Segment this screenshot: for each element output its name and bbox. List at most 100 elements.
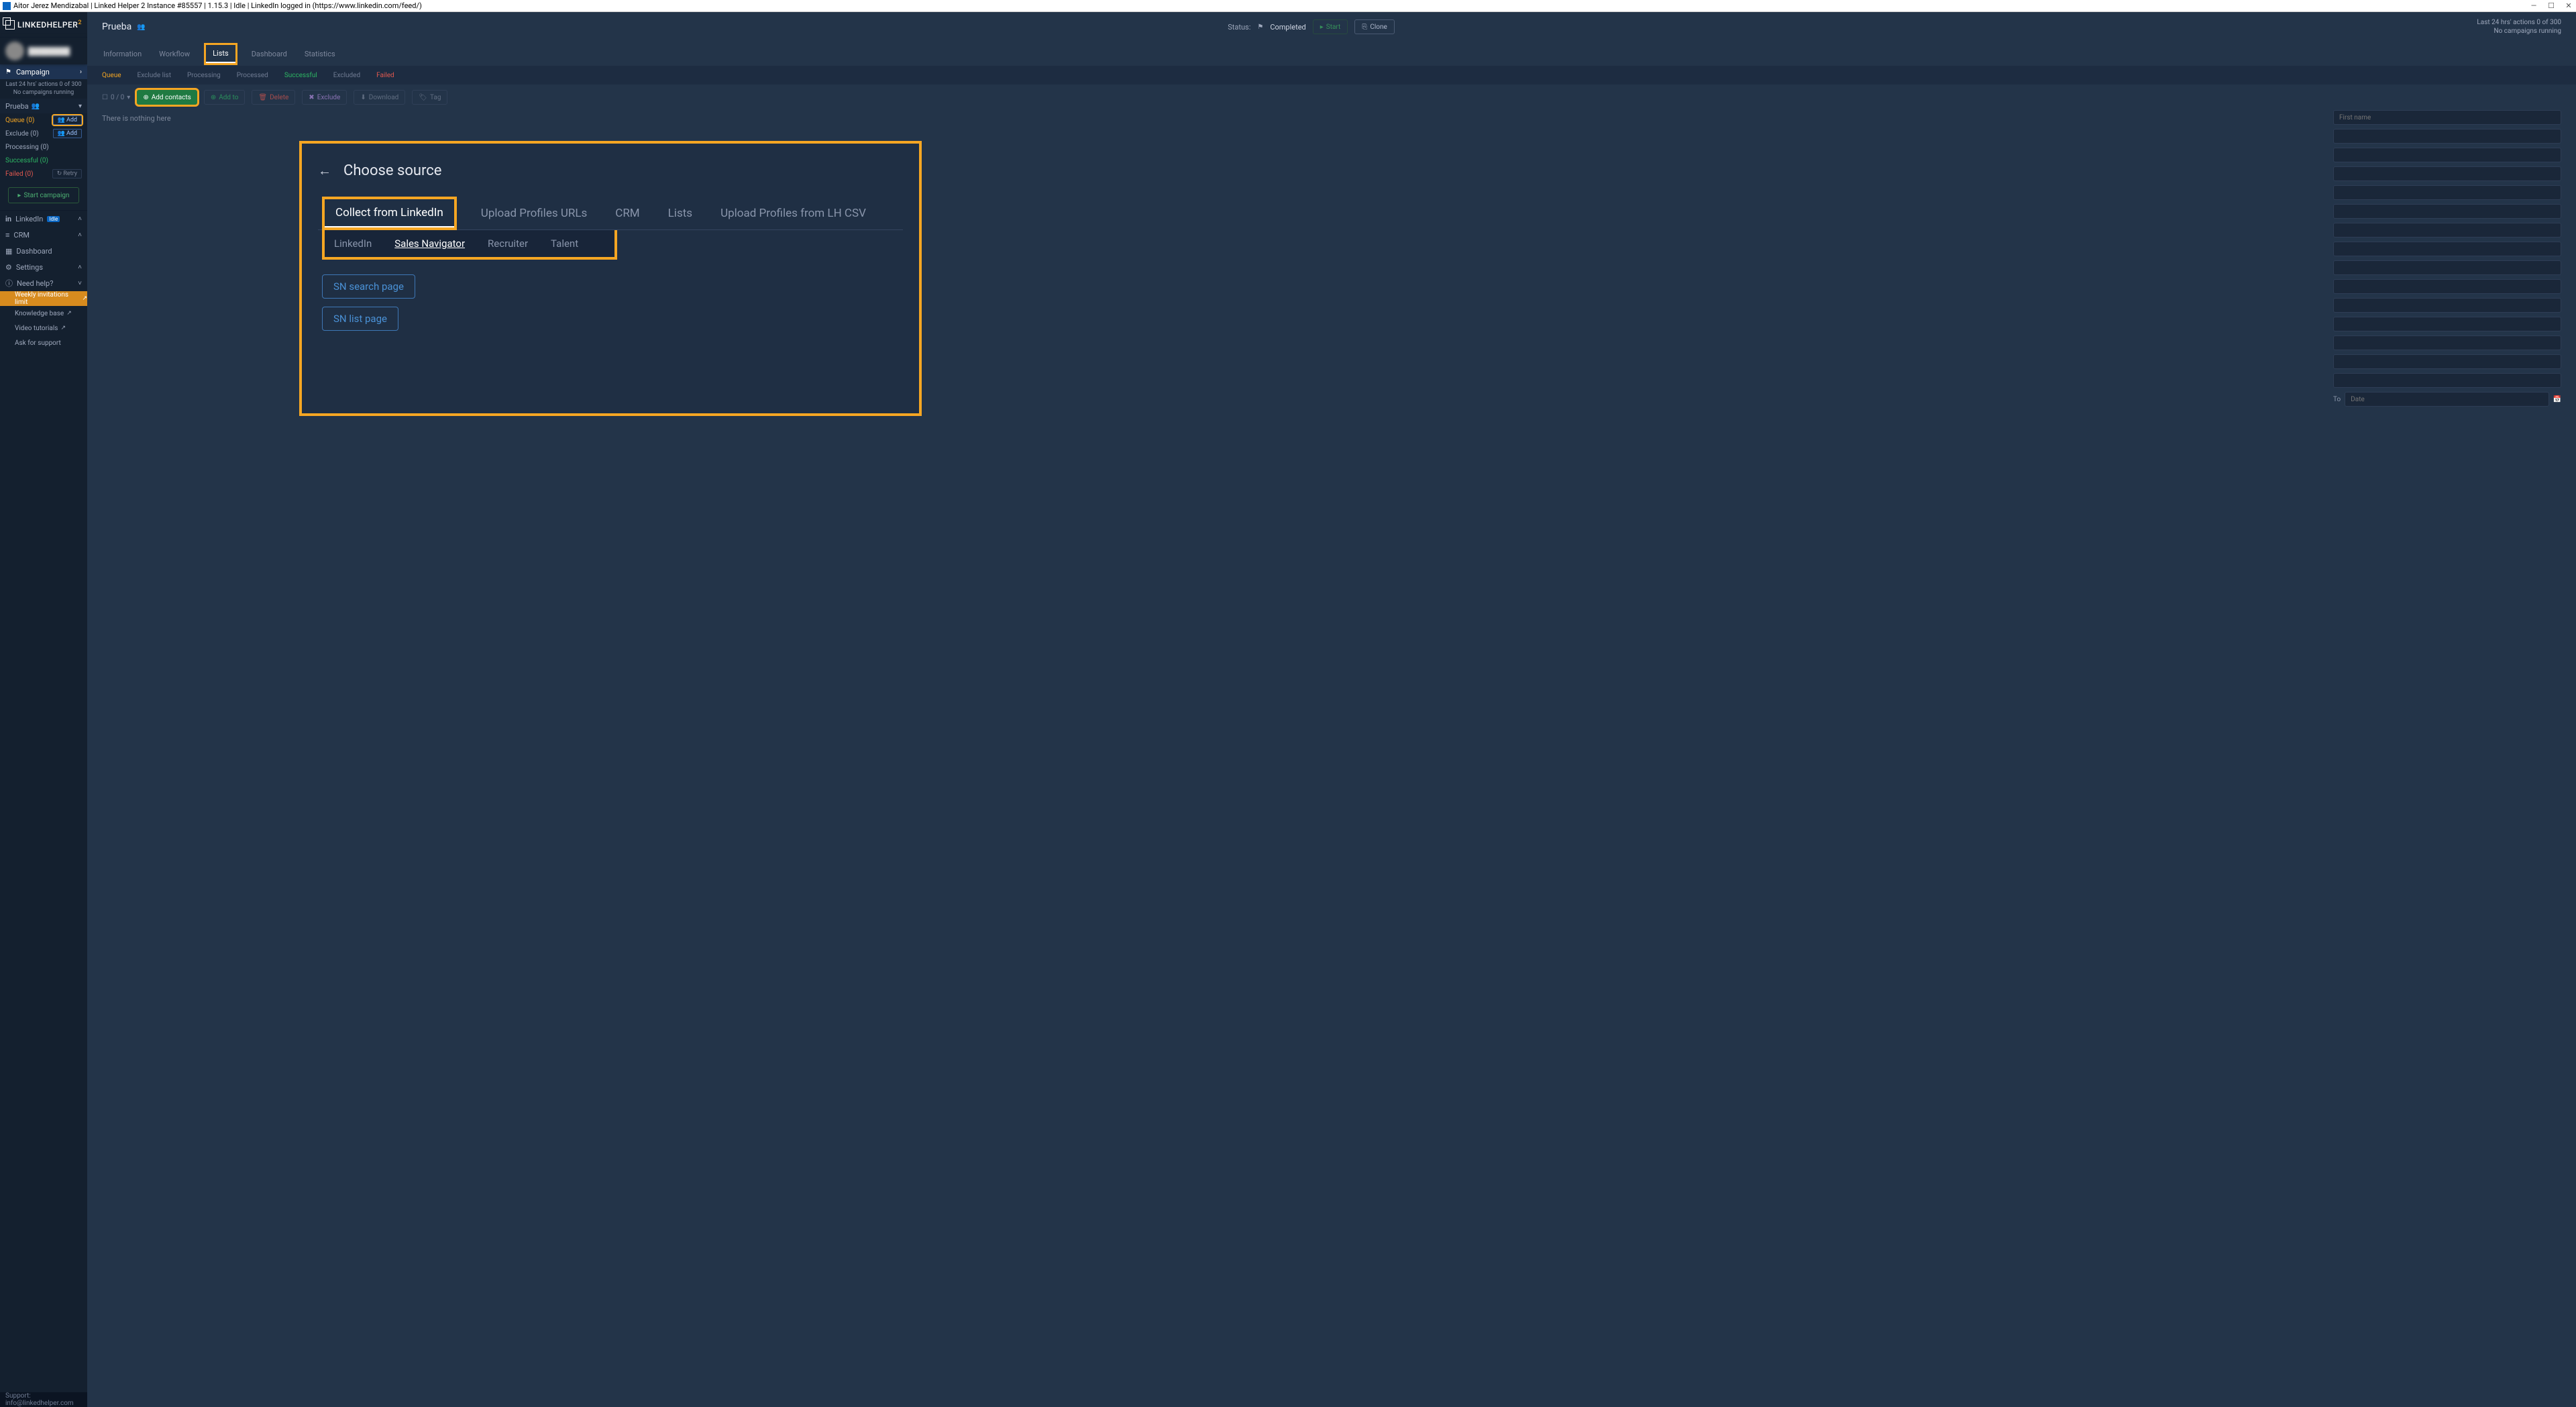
to-label: To bbox=[2333, 396, 2341, 403]
tab-dashboard[interactable]: Dashboard bbox=[250, 47, 288, 61]
people-icon: 👥 bbox=[58, 117, 65, 123]
platform-tab-linkedin[interactable]: LinkedIn bbox=[334, 238, 372, 250]
sidebar-status-row[interactable]: Processing (0) bbox=[0, 140, 87, 154]
sidebar-dashboard[interactable]: ▦Dashboard bbox=[0, 243, 87, 259]
status-label: Status: bbox=[1228, 23, 1250, 32]
app-icon bbox=[3, 2, 11, 10]
filter-field[interactable] bbox=[2333, 354, 2561, 369]
sidebar-campaign-select[interactable]: Prueba 👥 ▾ bbox=[0, 99, 87, 113]
filter-field[interactable] bbox=[2333, 166, 2561, 181]
maximize-button[interactable]: ☐ bbox=[2546, 1, 2556, 11]
subtab-successful[interactable]: Successful bbox=[284, 72, 317, 79]
source-tab[interactable]: Lists bbox=[667, 203, 694, 224]
logo-text: LINKEDHELPER2 bbox=[17, 19, 82, 30]
source-tab[interactable]: Upload Profiles from LH CSV bbox=[719, 203, 867, 224]
tag-button[interactable]: 🏷Tag bbox=[412, 90, 447, 105]
people-icon: 👥 bbox=[137, 23, 145, 31]
filter-field[interactable] bbox=[2333, 279, 2561, 294]
filter-field[interactable] bbox=[2333, 223, 2561, 238]
filter-field[interactable] bbox=[2333, 242, 2561, 256]
status-label: Failed (0) bbox=[5, 170, 34, 178]
sidebar-status-row[interactable]: Failed (0) ↻Retry bbox=[0, 167, 87, 180]
status-label: Successful (0) bbox=[5, 157, 48, 164]
subtab-exclude-list[interactable]: Exclude list bbox=[138, 72, 171, 79]
sidebar-need-help[interactable]: ⓘNeed help? ˅ bbox=[0, 275, 87, 291]
sidebar-crm[interactable]: ≡CRM ˄ bbox=[0, 227, 87, 243]
download-button[interactable]: ⬇Download bbox=[354, 90, 405, 105]
tab-information[interactable]: Information bbox=[102, 47, 143, 61]
filter-date[interactable] bbox=[2345, 392, 2548, 407]
source-option-button[interactable]: SN list page bbox=[322, 307, 398, 331]
header-stats: Last 24 hrs' actions 0 of 300 No campaig… bbox=[2477, 18, 2561, 36]
start-button[interactable]: ▸Start bbox=[1313, 19, 1348, 34]
sidebar-status-row[interactable]: Successful (0) bbox=[0, 154, 87, 167]
sidebar-status-row[interactable]: Queue (0)👥Add bbox=[0, 113, 87, 127]
source-option-button[interactable]: SN search page bbox=[322, 274, 415, 299]
source-tab[interactable]: CRM bbox=[614, 203, 641, 224]
clone-button[interactable]: ⎘Clone bbox=[1354, 19, 1394, 34]
status-label: Exclude (0) bbox=[5, 130, 39, 138]
caret-down-icon: ▾ bbox=[78, 103, 82, 110]
help-item[interactable]: Weekly invitations limit↗ bbox=[0, 291, 87, 306]
help-item[interactable]: Ask for support bbox=[0, 335, 87, 350]
help-item[interactable]: Knowledge base↗ bbox=[0, 306, 87, 321]
add-to-button[interactable]: ⊕Add to bbox=[204, 90, 246, 105]
subtab-failed[interactable]: Failed bbox=[376, 72, 394, 79]
minimize-button[interactable]: — bbox=[2529, 1, 2538, 11]
chevron-up-icon: ˄ bbox=[78, 264, 82, 271]
start-campaign-button[interactable]: ▸ Start campaign bbox=[8, 187, 79, 203]
tab-lists[interactable]: Lists bbox=[206, 45, 235, 63]
delete-button[interactable]: 🗑Delete bbox=[252, 90, 295, 105]
calendar-icon[interactable]: 📅 bbox=[2553, 396, 2561, 403]
platform-tab-recruiter[interactable]: Recruiter bbox=[488, 238, 528, 250]
retry-button[interactable]: ↻Retry bbox=[52, 169, 82, 178]
filter-panel: To 📅 bbox=[2333, 110, 2561, 1399]
sidebar-settings[interactable]: ⚙Settings ˄ bbox=[0, 259, 87, 275]
tag-icon: 🏷 bbox=[419, 94, 427, 101]
sidebar-status-row[interactable]: Exclude (0) 👥Add bbox=[0, 127, 87, 140]
close-button[interactable]: ✕ bbox=[2564, 1, 2573, 11]
external-link-icon: ↗ bbox=[60, 325, 66, 331]
back-arrow-icon[interactable]: ← bbox=[318, 162, 331, 179]
source-tab[interactable]: Collect from LinkedIn bbox=[325, 199, 454, 227]
filter-field[interactable] bbox=[2333, 148, 2561, 162]
subtab-excluded[interactable]: Excluded bbox=[333, 72, 360, 79]
select-all-checkbox[interactable]: ☐0 / 0▾ bbox=[102, 94, 130, 101]
add-button[interactable]: 👥Add bbox=[53, 129, 82, 138]
status-label: Processing (0) bbox=[5, 144, 49, 151]
filter-field[interactable] bbox=[2333, 298, 2561, 313]
sidebar-campaign[interactable]: ⚑Campaign › bbox=[0, 64, 87, 79]
sidebar: LINKEDHELPER2 ████████ ⚑Campaign › Last … bbox=[0, 12, 87, 1407]
platform-tab-sales-navigator[interactable]: Sales Navigator bbox=[394, 238, 465, 250]
filter-field[interactable] bbox=[2333, 204, 2561, 219]
window-title: Aitor Jerez Mendizabal | Linked Helper 2… bbox=[13, 1, 422, 10]
filter-field[interactable] bbox=[2333, 335, 2561, 350]
logo: LINKEDHELPER2 bbox=[0, 12, 87, 38]
filter-field[interactable] bbox=[2333, 260, 2561, 275]
filter-field[interactable] bbox=[2333, 317, 2561, 331]
gear-icon: ⚙ bbox=[5, 263, 12, 272]
chevron-right-icon: › bbox=[80, 68, 82, 76]
chevron-up-icon: ˄ bbox=[78, 215, 82, 223]
filter-field[interactable] bbox=[2333, 373, 2561, 388]
platform-tab-talent[interactable]: Talent bbox=[551, 238, 578, 250]
add-button[interactable]: 👥Add bbox=[53, 115, 82, 125]
plus-icon: ⊕ bbox=[211, 94, 216, 101]
filter-first-name[interactable] bbox=[2333, 110, 2561, 125]
help-item[interactable]: Video tutorials↗ bbox=[0, 321, 87, 335]
source-tab[interactable]: Upload Profiles URLs bbox=[480, 203, 588, 224]
linkedin-icon: in bbox=[5, 215, 11, 223]
tab-statistics[interactable]: Statistics bbox=[303, 47, 337, 61]
filter-field[interactable] bbox=[2333, 185, 2561, 200]
tab-workflow[interactable]: Workflow bbox=[158, 47, 191, 61]
filter-field[interactable] bbox=[2333, 129, 2561, 144]
subtab-processing[interactable]: Processing bbox=[187, 72, 221, 79]
add-contacts-button[interactable]: ⊕Add contacts bbox=[137, 90, 197, 105]
title-bar: Aitor Jerez Mendizabal | Linked Helper 2… bbox=[0, 0, 2576, 12]
status-value: Completed bbox=[1270, 23, 1305, 32]
exclude-button[interactable]: ✖Exclude bbox=[302, 90, 347, 105]
subtab-queue[interactable]: Queue bbox=[102, 72, 121, 79]
subtab-processed[interactable]: Processed bbox=[237, 72, 268, 79]
sidebar-linkedin[interactable]: inLinkedIn Idle ˄ bbox=[0, 211, 87, 227]
modal-title: Choose source bbox=[343, 162, 441, 179]
